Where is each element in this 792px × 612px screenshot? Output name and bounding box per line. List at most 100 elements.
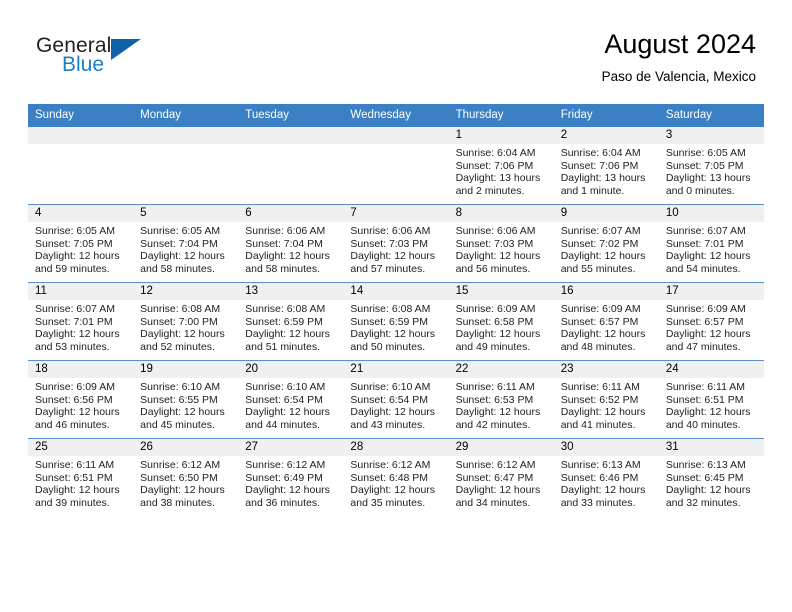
calendar-day-cell[interactable]: 29 Sunrise: 6:12 AM Sunset: 6:47 PM Dayligh… xyxy=(448,438,554,516)
sunset-text: Sunset: 7:01 PM xyxy=(665,237,744,250)
day-cell[interactable]: 25 Sunrise: 6:11 AM Sunset: 6:51 PM Dayligh… xyxy=(28,439,134,516)
daylight-text-line1: Daylight: 13 hours xyxy=(665,172,751,185)
calendar-day-cell[interactable]: 20 Sunrise: 6:10 AM Sunset: 6:54 PM Dayligh… xyxy=(238,360,344,439)
day-cell[interactable]: 26 Sunrise: 6:12 AM Sunset: 6:50 PM Dayligh… xyxy=(133,439,239,516)
calendar-day-cell[interactable]: 15 Sunrise: 6:09 AM Sunset: 6:58 PM Dayligh… xyxy=(448,282,554,361)
day-cell[interactable]: 9 Sunrise: 6:07 AM Sunset: 7:02 PM Daylight… xyxy=(553,205,659,282)
calendar-day-cell[interactable]: 6 Sunrise: 6:06 AM Sunset: 7:04 PM Daylight… xyxy=(238,204,344,283)
calendar-day-cell[interactable]: 18 Sunrise: 6:09 AM Sunset: 6:56 PM Dayligh… xyxy=(28,360,134,439)
calendar-day-cell[interactable]: 9 Sunrise: 6:07 AM Sunset: 7:02 PM Daylight… xyxy=(553,204,659,283)
daylight-text-line2: and 41 minutes. xyxy=(560,418,636,431)
day-cell[interactable]: 29 Sunrise: 6:12 AM Sunset: 6:47 PM Dayligh… xyxy=(448,439,554,516)
day-sun-info: Sunrise: 6:11 AM Sunset: 6:53 PM Daylight:… xyxy=(449,378,554,431)
daylight-text-line2: and 57 minutes. xyxy=(350,262,426,275)
calendar-day-cell[interactable]: 24 Sunrise: 6:11 AM Sunset: 6:51 PM Dayligh… xyxy=(658,360,764,439)
title-block: August 2024 Paso de Valencia, Mexico xyxy=(602,28,756,85)
day-cell[interactable]: 8 Sunrise: 6:06 AM Sunset: 7:03 PM Daylight… xyxy=(448,205,554,282)
sunrise-text: Sunrise: 6:06 AM xyxy=(455,225,536,237)
calendar-day-cell[interactable]: 2 Sunrise: 6:04 AM Sunset: 7:06 PM Daylight… xyxy=(553,127,659,205)
day-sun-info: Sunrise: 6:08 AM Sunset: 6:59 PM Daylight:… xyxy=(238,300,343,353)
day-cell[interactable]: 2 Sunrise: 6:04 AM Sunset: 7:06 PM Daylight… xyxy=(553,127,659,204)
calendar-day-cell[interactable]: 31 Sunrise: 6:13 AM Sunset: 6:45 PM Dayligh… xyxy=(658,438,764,516)
day-cell[interactable]: 27 Sunrise: 6:12 AM Sunset: 6:49 PM Dayligh… xyxy=(238,439,344,516)
calendar-day-cell[interactable]: 25 Sunrise: 6:11 AM Sunset: 6:51 PM Dayligh… xyxy=(28,438,134,516)
day-cell[interactable]: 10 Sunrise: 6:07 AM Sunset: 7:01 PM Dayligh… xyxy=(658,205,764,282)
day-cell[interactable]: 13 Sunrise: 6:08 AM Sunset: 6:59 PM Dayligh… xyxy=(238,283,344,360)
calendar-day-cell[interactable]: 23 Sunrise: 6:11 AM Sunset: 6:52 PM Dayligh… xyxy=(553,360,659,439)
calendar-day-cell[interactable]: 30 Sunrise: 6:13 AM Sunset: 6:46 PM Dayligh… xyxy=(553,438,659,516)
calendar-day-cell[interactable] xyxy=(133,127,239,205)
day-number: 3 xyxy=(658,127,764,144)
calendar-day-cell[interactable]: 21 Sunrise: 6:10 AM Sunset: 6:54 PM Dayligh… xyxy=(343,360,449,439)
day-sun-info: Sunrise: 6:09 AM Sunset: 6:58 PM Daylight:… xyxy=(449,300,554,353)
day-cell[interactable]: 30 Sunrise: 6:13 AM Sunset: 6:46 PM Dayligh… xyxy=(553,439,659,516)
day-cell[interactable]: 28 Sunrise: 6:12 AM Sunset: 6:48 PM Dayligh… xyxy=(343,439,449,516)
day-cell[interactable]: 17 Sunrise: 6:09 AM Sunset: 6:57 PM Dayligh… xyxy=(658,283,764,360)
day-cell[interactable]: 11 Sunrise: 6:07 AM Sunset: 7:01 PM Dayligh… xyxy=(28,283,134,360)
day-cell[interactable]: 7 Sunrise: 6:06 AM Sunset: 7:03 PM Daylight… xyxy=(343,205,449,282)
calendar-day-cell[interactable]: 1 Sunrise: 6:04 AM Sunset: 7:06 PM Daylight… xyxy=(448,127,554,205)
calendar-day-cell[interactable]: 17 Sunrise: 6:09 AM Sunset: 6:57 PM Dayligh… xyxy=(658,282,764,361)
calendar-day-cell[interactable]: 12 Sunrise: 6:08 AM Sunset: 7:00 PM Dayligh… xyxy=(133,282,239,361)
daylight-text-line1: Daylight: 12 hours xyxy=(350,328,436,341)
daylight-text-line2: and 0 minutes. xyxy=(665,184,735,197)
calendar-day-cell[interactable]: 13 Sunrise: 6:08 AM Sunset: 6:59 PM Dayligh… xyxy=(238,282,344,361)
daylight-text-line2: and 39 minutes. xyxy=(35,496,110,509)
day-cell[interactable]: 21 Sunrise: 6:10 AM Sunset: 6:54 PM Dayligh… xyxy=(343,361,449,438)
day-cell[interactable]: 12 Sunrise: 6:08 AM Sunset: 7:00 PM Dayligh… xyxy=(133,283,239,360)
day-cell[interactable]: 19 Sunrise: 6:10 AM Sunset: 6:55 PM Dayligh… xyxy=(133,361,239,438)
day-cell[interactable]: 16 Sunrise: 6:09 AM Sunset: 6:57 PM Dayligh… xyxy=(553,283,659,360)
day-number: 26 xyxy=(133,439,239,456)
day-cell[interactable]: 22 Sunrise: 6:11 AM Sunset: 6:53 PM Dayligh… xyxy=(448,361,554,438)
sunset-text: Sunset: 6:55 PM xyxy=(140,393,218,406)
calendar-day-cell[interactable]: 4 Sunrise: 6:05 AM Sunset: 7:05 PM Daylight… xyxy=(28,204,134,283)
page-header: General Blue August 2024 Paso de Valenci… xyxy=(36,28,756,96)
day-cell[interactable]: 5 Sunrise: 6:05 AM Sunset: 7:04 PM Daylight… xyxy=(133,205,239,282)
calendar-day-cell[interactable]: 22 Sunrise: 6:11 AM Sunset: 6:53 PM Dayligh… xyxy=(448,360,554,439)
calendar-day-cell[interactable]: 3 Sunrise: 6:05 AM Sunset: 7:05 PM Daylight… xyxy=(658,127,764,205)
day-number: 2 xyxy=(553,127,659,144)
day-sun-info: Sunrise: 6:10 AM Sunset: 6:54 PM Daylight:… xyxy=(343,378,448,431)
day-cell[interactable]: 14 Sunrise: 6:08 AM Sunset: 6:59 PM Dayligh… xyxy=(343,283,449,360)
calendar-day-cell[interactable]: 19 Sunrise: 6:10 AM Sunset: 6:55 PM Dayligh… xyxy=(133,360,239,439)
general-blue-logo[interactable]: General Blue xyxy=(36,34,236,90)
calendar-week-row: 25 Sunrise: 6:11 AM Sunset: 6:51 PM Dayligh… xyxy=(28,438,764,516)
daylight-text-line1: Daylight: 12 hours xyxy=(560,406,646,419)
day-cell[interactable]: 4 Sunrise: 6:05 AM Sunset: 7:05 PM Daylight… xyxy=(28,205,134,282)
page-subtitle: Paso de Valencia, Mexico xyxy=(601,69,756,84)
calendar-table: Sunday Monday Tuesday Wednesday Thursday… xyxy=(28,104,764,516)
sunrise-text: Sunrise: 6:12 AM xyxy=(350,459,431,471)
day-cell[interactable]: 3 Sunrise: 6:05 AM Sunset: 7:05 PM Daylight… xyxy=(658,127,764,204)
calendar-day-cell[interactable]: 11 Sunrise: 6:07 AM Sunset: 7:01 PM Dayligh… xyxy=(28,282,134,361)
day-cell[interactable]: 6 Sunrise: 6:06 AM Sunset: 7:04 PM Daylight… xyxy=(238,205,344,282)
calendar-day-cell[interactable] xyxy=(28,127,134,205)
day-cell[interactable]: 18 Sunrise: 6:09 AM Sunset: 6:56 PM Dayligh… xyxy=(28,361,134,438)
calendar-day-cell[interactable]: 8 Sunrise: 6:06 AM Sunset: 7:03 PM Daylight… xyxy=(448,204,554,283)
calendar-day-cell[interactable]: 16 Sunrise: 6:09 AM Sunset: 6:57 PM Dayligh… xyxy=(553,282,659,361)
daylight-text-line2: and 54 minutes. xyxy=(665,262,741,275)
day-cell[interactable]: 1 Sunrise: 6:04 AM Sunset: 7:06 PM Daylight… xyxy=(448,127,554,204)
calendar-day-cell[interactable]: 28 Sunrise: 6:12 AM Sunset: 6:48 PM Dayligh… xyxy=(343,438,449,516)
calendar-day-cell[interactable]: 26 Sunrise: 6:12 AM Sunset: 6:50 PM Dayligh… xyxy=(133,438,239,516)
empty-day-cell xyxy=(133,127,239,204)
daylight-text-line1: Daylight: 12 hours xyxy=(245,406,330,419)
sunset-text: Sunset: 6:54 PM xyxy=(350,393,429,406)
day-sun-info: Sunrise: 6:08 AM Sunset: 6:59 PM Daylight:… xyxy=(343,300,448,353)
day-cell[interactable]: 23 Sunrise: 6:11 AM Sunset: 6:52 PM Dayligh… xyxy=(553,361,659,438)
calendar-day-cell[interactable] xyxy=(238,127,344,205)
daylight-text-line2: and 56 minutes. xyxy=(455,262,531,275)
calendar-day-cell[interactable] xyxy=(343,127,449,205)
day-cell[interactable]: 24 Sunrise: 6:11 AM Sunset: 6:51 PM Dayligh… xyxy=(658,361,764,438)
sunset-text: Sunset: 6:46 PM xyxy=(560,471,639,484)
day-sun-info: Sunrise: 6:13 AM Sunset: 6:46 PM Daylight:… xyxy=(554,456,659,509)
sunset-text: Sunset: 6:47 PM xyxy=(455,471,534,484)
calendar-day-cell[interactable]: 27 Sunrise: 6:12 AM Sunset: 6:49 PM Dayligh… xyxy=(238,438,344,516)
sunset-text: Sunset: 6:56 PM xyxy=(35,393,113,406)
calendar-day-cell[interactable]: 10 Sunrise: 6:07 AM Sunset: 7:01 PM Dayligh… xyxy=(658,204,764,283)
calendar-day-cell[interactable]: 7 Sunrise: 6:06 AM Sunset: 7:03 PM Daylight… xyxy=(343,204,449,283)
day-cell[interactable]: 31 Sunrise: 6:13 AM Sunset: 6:45 PM Dayligh… xyxy=(658,439,764,516)
calendar-day-cell[interactable]: 14 Sunrise: 6:08 AM Sunset: 6:59 PM Dayligh… xyxy=(343,282,449,361)
day-cell[interactable]: 15 Sunrise: 6:09 AM Sunset: 6:58 PM Dayligh… xyxy=(448,283,554,360)
day-cell[interactable]: 20 Sunrise: 6:10 AM Sunset: 6:54 PM Dayligh… xyxy=(238,361,344,438)
calendar-day-cell[interactable]: 5 Sunrise: 6:05 AM Sunset: 7:04 PM Daylight… xyxy=(133,204,239,283)
